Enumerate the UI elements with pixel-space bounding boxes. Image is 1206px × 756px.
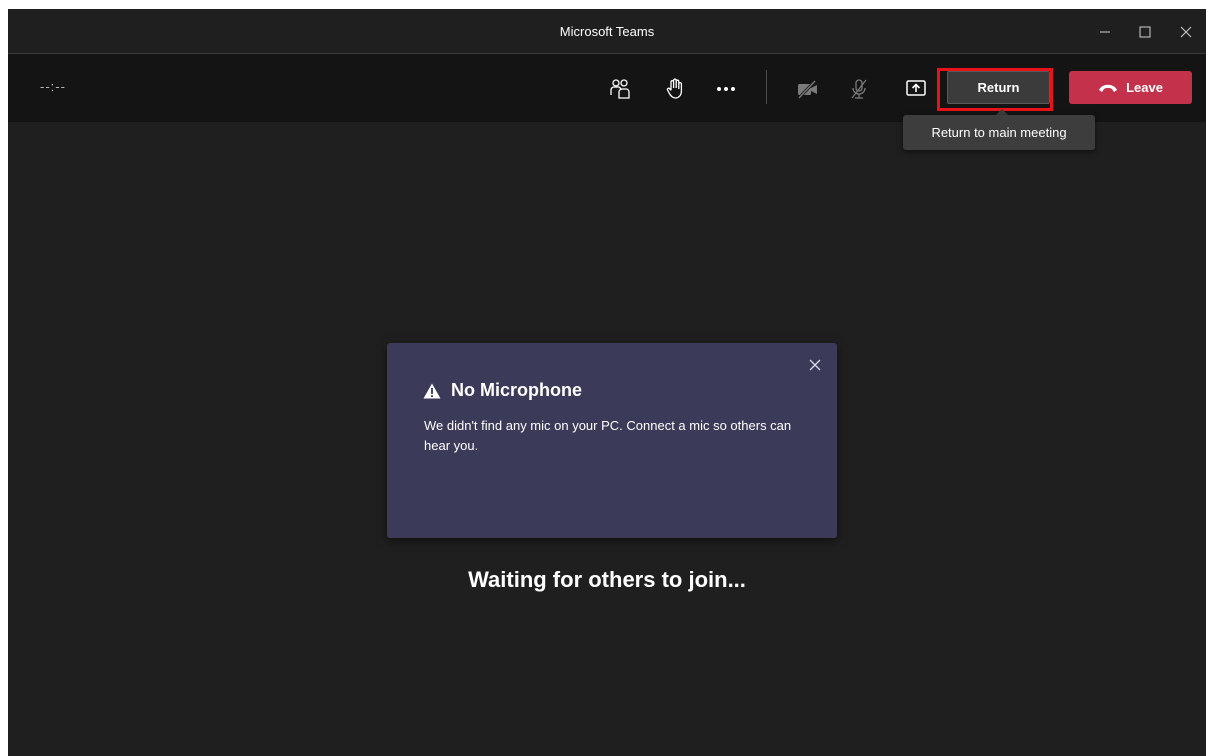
raise-hand-button[interactable]	[660, 74, 690, 104]
meeting-timer: --:--	[40, 79, 66, 94]
notice-header: No Microphone	[423, 380, 582, 401]
minimize-button[interactable]	[1085, 9, 1125, 54]
more-options-icon	[717, 87, 735, 91]
share-screen-button[interactable]	[901, 74, 931, 104]
teams-window: Microsoft Teams --:-- Return Leave Retur…	[8, 9, 1206, 756]
notice-title: No Microphone	[451, 380, 582, 400]
close-icon	[809, 359, 821, 371]
raise-hand-icon	[666, 78, 683, 99]
more-options-button[interactable]	[711, 74, 741, 104]
participants-button[interactable]	[605, 74, 635, 104]
toolbar-divider	[766, 70, 767, 104]
minimize-icon	[1100, 31, 1110, 32]
camera-off-icon	[797, 79, 817, 100]
warning-icon	[423, 383, 441, 398]
title-bar: Microsoft Teams	[8, 9, 1206, 54]
mic-toggle-button[interactable]	[844, 74, 874, 104]
return-highlight-box	[937, 68, 1053, 111]
no-microphone-notice: No Microphone We didn't find any mic on …	[387, 343, 837, 538]
mic-off-icon	[851, 79, 867, 99]
meeting-toolbar: --:-- Return Leave	[8, 54, 1206, 122]
hang-up-icon	[1099, 84, 1118, 92]
close-window-button[interactable]	[1166, 9, 1206, 54]
return-tooltip: Return to main meeting	[903, 115, 1095, 150]
share-screen-icon	[906, 80, 926, 96]
maximize-button[interactable]	[1125, 9, 1165, 54]
camera-toggle-button[interactable]	[793, 74, 823, 104]
leave-label: Leave	[1126, 80, 1163, 95]
maximize-icon	[1139, 26, 1151, 37]
notice-message: We didn't find any mic on your PC. Conne…	[424, 418, 792, 453]
leave-button[interactable]: Leave	[1069, 71, 1192, 104]
waiting-status: Waiting for others to join...	[468, 567, 746, 592]
participants-icon	[610, 79, 630, 99]
notice-close-button[interactable]	[807, 357, 823, 373]
window-title: Microsoft Teams	[559, 24, 655, 39]
close-icon	[1180, 26, 1192, 37]
